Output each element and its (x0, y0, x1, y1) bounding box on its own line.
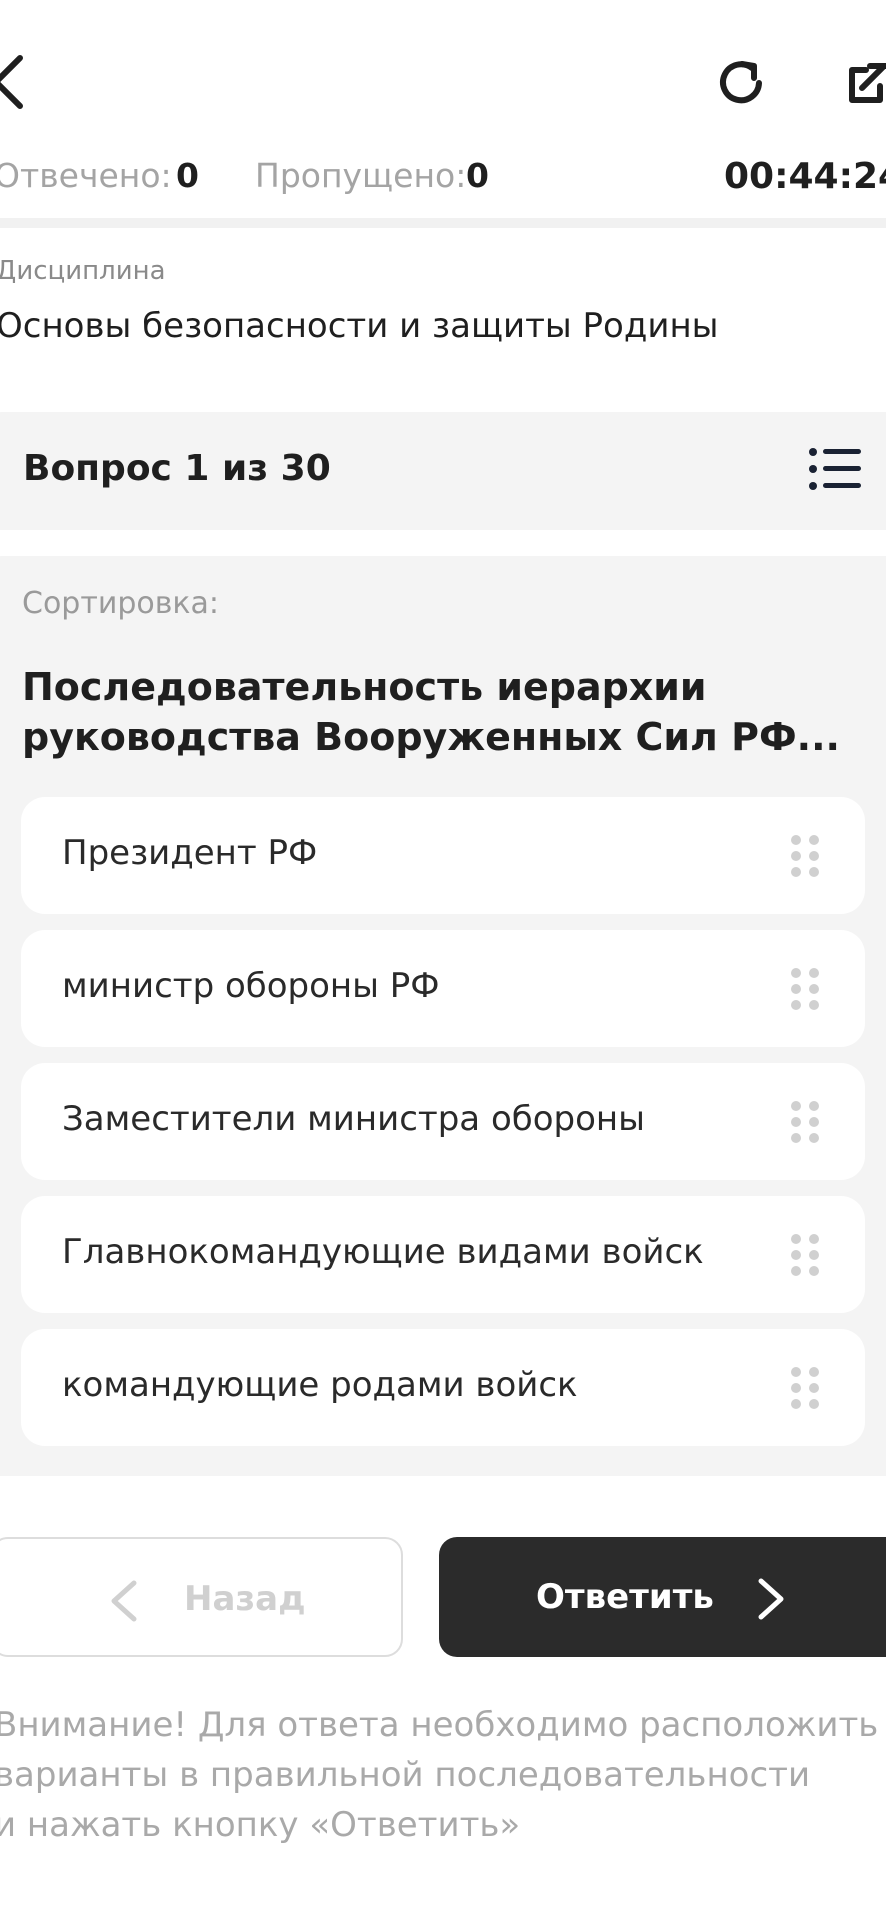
divider (0, 218, 886, 228)
notice-line: варианты в правильной последовательности (0, 1755, 811, 1795)
question-body: Сортировка: Последовательность иерархии … (0, 556, 886, 1476)
drag-handle-icon[interactable] (791, 1234, 819, 1276)
open-external-icon[interactable] (846, 62, 886, 106)
answer-label: министр обороны РФ (62, 966, 440, 1006)
answer-label: Президент РФ (62, 833, 318, 873)
answer-item[interactable]: Президент РФ (21, 797, 865, 914)
answered-label: Отвечено: (0, 156, 172, 195)
answer-item[interactable]: командующие родами войск (21, 1329, 865, 1446)
answer-label: Главнокомандующие видами войск (62, 1232, 704, 1272)
discipline-label: Дисциплина (0, 256, 166, 286)
skipped-count: 0 (466, 156, 489, 195)
question-type: Сортировка: (22, 586, 220, 621)
question-text: Последовательность иерархии руководства … (22, 662, 842, 762)
answer-label: командующие родами войск (62, 1365, 578, 1405)
answer-button[interactable]: Ответить (439, 1537, 886, 1657)
question-header: Вопрос 1 из 30 (0, 412, 886, 530)
drag-handle-icon[interactable] (791, 968, 819, 1010)
chevron-right-icon (758, 1578, 784, 1620)
back-chevron-icon[interactable] (0, 52, 26, 112)
answer-button-label: Ответить (536, 1577, 714, 1617)
notice-line: и нажать кнопку «Ответить» (0, 1805, 521, 1845)
skipped-label: Пропущено: (255, 156, 467, 195)
discipline-title: Основы безопасности и защиты Родины (0, 306, 719, 346)
quiz-screen: Отвечено: 0 Пропущено: 0 00:44:24 Дисцип… (0, 0, 886, 1920)
drag-handle-icon[interactable] (791, 1101, 819, 1143)
notice-line: Внимание! Для ответа необходимо располож… (0, 1705, 879, 1745)
chevron-left-icon (111, 1580, 137, 1622)
back-button[interactable]: Назад (0, 1537, 403, 1657)
stats-row: Отвечено: 0 Пропущено: 0 00:44:24 (0, 156, 886, 206)
question-counter: Вопрос 1 из 30 (23, 448, 331, 489)
question-text-line: Последовательность иерархии (22, 665, 707, 709)
timer: 00:44:24 (724, 156, 886, 197)
answer-item[interactable]: Заместители министра обороны (21, 1063, 865, 1180)
refresh-icon[interactable] (714, 56, 768, 110)
drag-handle-icon[interactable] (791, 835, 819, 877)
drag-handle-icon[interactable] (791, 1367, 819, 1409)
list-icon[interactable] (809, 448, 861, 490)
answer-label: Заместители министра обороны (62, 1099, 645, 1139)
back-button-label: Назад (184, 1579, 306, 1619)
answered-count: 0 (176, 156, 199, 195)
notice-text: Внимание! Для ответа необходимо располож… (0, 1700, 886, 1850)
answer-item[interactable]: Главнокомандующие видами войск (21, 1196, 865, 1313)
answer-item[interactable]: министр обороны РФ (21, 930, 865, 1047)
question-text-line: руководства Вооруженных Сил РФ... (22, 715, 840, 759)
answer-list: Президент РФ министр обороны РФ Заместит… (21, 797, 865, 1462)
